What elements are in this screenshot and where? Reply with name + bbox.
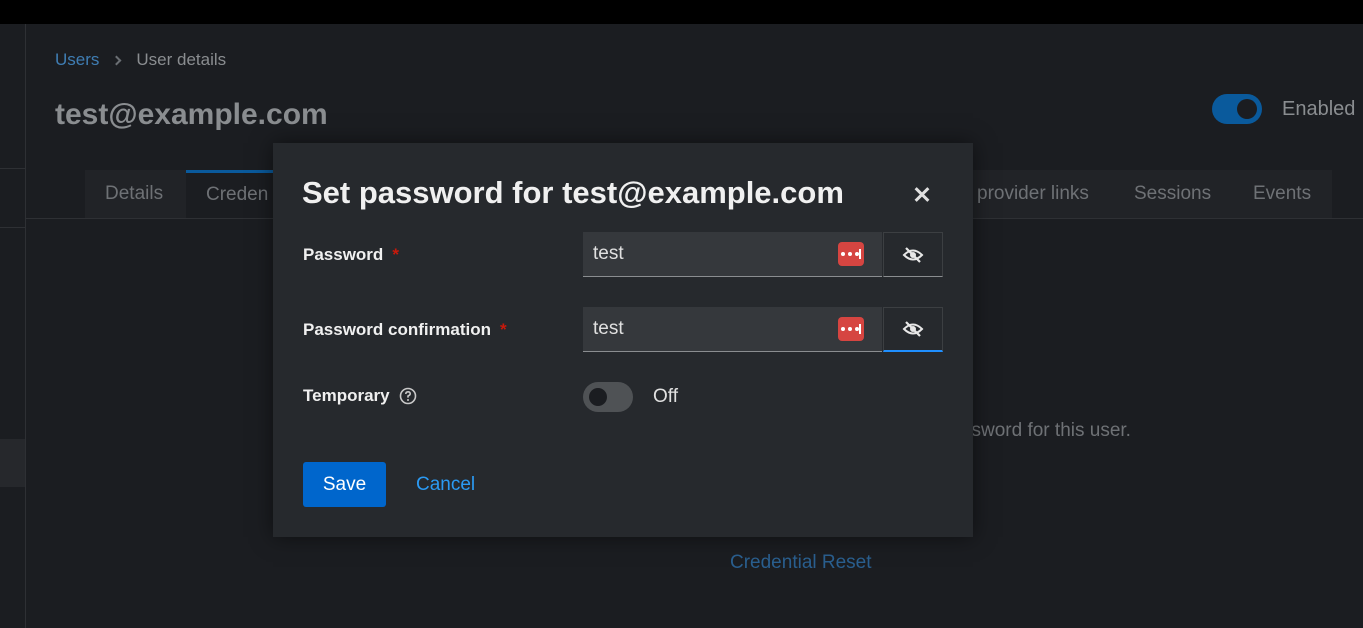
breadcrumb: Users User details (55, 50, 226, 70)
show-password-button[interactable] (883, 232, 943, 277)
cancel-button[interactable]: Cancel (403, 462, 493, 507)
temporary-toggle[interactable] (583, 382, 633, 412)
password-manager-icon[interactable] (838, 317, 864, 341)
password-field (583, 232, 882, 277)
password-confirmation-field (583, 307, 882, 352)
tab-details[interactable]: Details (85, 170, 183, 218)
save-button[interactable]: Save (303, 462, 386, 507)
temporary-state-label: Off (653, 386, 678, 407)
password-confirmation-input[interactable] (583, 307, 833, 351)
required-indicator: * (499, 320, 507, 339)
tab-sessions[interactable]: Sessions (1114, 170, 1231, 218)
eye-slash-icon (902, 321, 924, 337)
chevron-right-icon (111, 55, 122, 65)
password-manager-icon[interactable] (838, 242, 864, 266)
enabled-label: Enabled (1282, 98, 1356, 120)
eye-slash-icon (902, 246, 924, 263)
password-label: Password * (303, 245, 399, 265)
modal-title: Set password for test@example.com (302, 175, 844, 210)
tab-credentials[interactable]: Creden (186, 170, 286, 218)
breadcrumb-current: User details (136, 50, 227, 69)
toggle-knob (1237, 99, 1257, 119)
password-confirmation-label-text: Password confirmation (303, 320, 491, 339)
set-password-modal: Set password for test@example.com Passwo… (273, 143, 973, 537)
sidebar-divider (0, 168, 25, 169)
credential-reset-link[interactable]: Credential Reset (730, 552, 872, 574)
enabled-toggle[interactable] (1212, 94, 1262, 124)
top-bar (0, 0, 1363, 24)
question-circle-icon[interactable] (399, 387, 417, 405)
temporary-label-text: Temporary (303, 386, 390, 405)
password-confirmation-label: Password confirmation * (303, 320, 507, 340)
page-title: test@example.com (55, 98, 328, 131)
temporary-label: Temporary (303, 386, 417, 406)
tab-identity-provider-links[interactable]: provider links (957, 170, 1109, 218)
sidebar-item-active[interactable] (0, 439, 25, 487)
password-label-text: Password (303, 245, 384, 264)
sidebar-divider (0, 227, 25, 228)
close-icon[interactable] (912, 184, 932, 204)
password-input[interactable] (583, 232, 833, 276)
tab-events[interactable]: Events (1233, 170, 1331, 218)
required-indicator: * (392, 245, 399, 264)
empty-state-text: ssword for this user. (962, 420, 1131, 441)
breadcrumb-users-link[interactable]: Users (55, 50, 99, 70)
sidebar (0, 24, 26, 628)
toggle-knob (589, 388, 607, 406)
show-password-confirmation-button[interactable] (883, 307, 943, 352)
